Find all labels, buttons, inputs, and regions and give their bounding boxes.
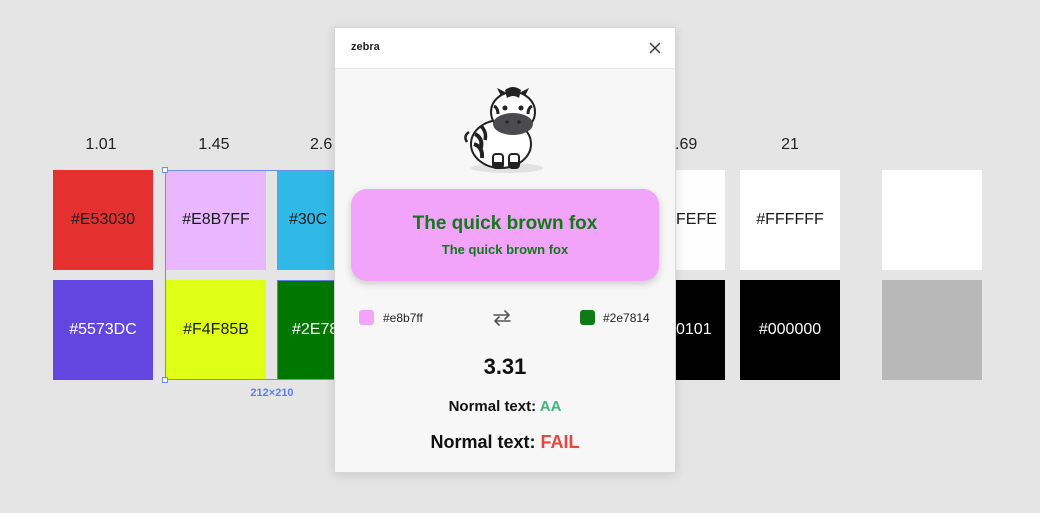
normal-text-result: Normal text: FAIL (335, 432, 675, 453)
contrast-ratio-value: 3.31 (483, 354, 527, 379)
color-swatch[interactable]: FEFE (676, 170, 725, 270)
swap-colors-button[interactable] (490, 306, 514, 330)
swap-icon (493, 310, 511, 326)
close-button[interactable] (645, 38, 665, 58)
preview-small-text: The quick brown fox (441, 242, 569, 257)
contrast-ratio-label: .69 (675, 136, 698, 153)
plugin-header: zebra (335, 28, 675, 69)
zebra-mascot-icon (464, 87, 543, 173)
color-swatch[interactable]: #FFFFFF (740, 170, 840, 270)
selection-dimensions: 212×210 (250, 387, 294, 399)
result-label: Normal text: (430, 432, 541, 452)
contrast-ratio-label: 21 (781, 136, 799, 153)
color-swatch[interactable]: #E53030 (53, 170, 153, 270)
plugin-window: zebra The quick brown fox The quick brow… (334, 27, 676, 473)
contrast-ratio-label: 2.6 (310, 136, 333, 153)
result-label: Normal text: (448, 398, 540, 415)
contrast-ratio-label: 1.01 (85, 136, 117, 153)
swatch-label: 0101 (676, 321, 712, 338)
contrast-ratio-label: 1.45 (198, 136, 230, 153)
swatch-label: #E53030 (70, 211, 136, 228)
preview-large-text: The quick brown fox (412, 213, 598, 234)
swatch-label: #5573DC (69, 321, 137, 338)
resize-handle[interactable] (162, 167, 168, 173)
close-icon (649, 42, 661, 54)
foreground-color-chip[interactable] (580, 310, 595, 325)
contrast-preview-card: The quick brown fox The quick brown fox (351, 189, 659, 281)
swatch-label: #FFFFFF (756, 211, 824, 228)
normal-text-result: Normal text: AA (335, 398, 675, 415)
color-swatch[interactable]: #000000 (740, 280, 840, 380)
result-status: AA (539, 398, 562, 415)
result-status: FAIL (540, 432, 580, 452)
plugin-title: zebra (351, 41, 380, 53)
resize-handle[interactable] (162, 377, 168, 383)
color-swatch[interactable]: 0101 (676, 280, 725, 380)
color-swatch[interactable] (882, 280, 982, 380)
color-swatch[interactable]: #5573DC (53, 280, 153, 380)
foreground-color-hex[interactable]: #2e7814 (603, 311, 650, 325)
color-swatch[interactable] (882, 170, 982, 270)
background-color-hex[interactable]: #e8b7ff (383, 311, 423, 325)
swatch-label: FEFE (676, 211, 717, 228)
background-color-chip[interactable] (359, 310, 374, 325)
swatch-label: #000000 (758, 321, 822, 338)
